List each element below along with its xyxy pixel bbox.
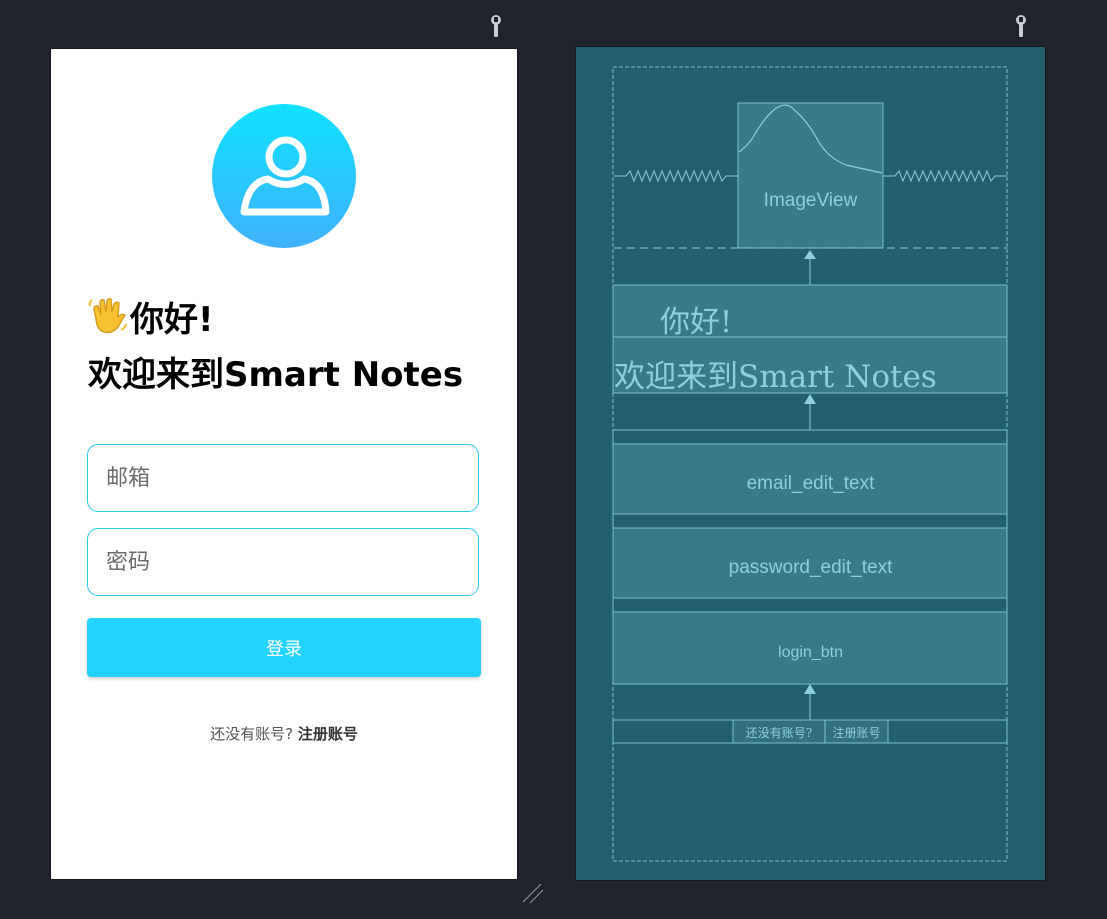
blueprint-guides <box>612 66 1008 862</box>
blueprint-signup-link: 注册账号 <box>832 726 881 740</box>
welcome-title: 欢迎来到Smart Notes <box>88 355 464 395</box>
blueprint-tools-icon[interactable] <box>1014 14 1028 38</box>
signup-row: 还没有账号? 注册账号 <box>51 723 517 744</box>
signup-link[interactable]: 注册账号 <box>298 725 358 743</box>
password-input[interactable] <box>88 529 478 595</box>
design-preview: 你好! 欢迎来到Smart Notes 登录 还没有账号? 注册账号 <box>51 49 517 879</box>
blueprint-imageview-label: ImageView <box>763 190 858 211</box>
blueprint-preview: ImageView 你好! 欢迎来到Smart Notes email_edit… <box>576 47 1045 880</box>
email-input[interactable] <box>88 445 478 511</box>
greeting-title: 你好! <box>88 292 214 344</box>
blueprint-email-label: email_edit_text <box>746 473 875 494</box>
password-field[interactable] <box>87 528 479 596</box>
resize-handle-icon[interactable] <box>522 882 544 904</box>
blueprint-greeting-line1: 你好! <box>660 305 733 340</box>
login-button[interactable]: 登录 <box>87 618 481 677</box>
avatar <box>212 104 356 248</box>
greeting-line1: 你好! <box>130 300 214 340</box>
email-field[interactable] <box>87 444 479 512</box>
person-icon <box>240 136 330 216</box>
design-tools-icon[interactable] <box>489 14 503 38</box>
blueprint-password-label: password_edit_text <box>728 557 893 578</box>
blueprint-login-label: login_btn <box>778 644 843 661</box>
signup-prompt: 还没有账号? <box>210 725 294 743</box>
waving-hand-icon <box>88 297 128 344</box>
blueprint-greeting-line2: 欢迎来到Smart Notes <box>614 359 937 395</box>
blueprint-signup-prompt: 还没有账号? <box>745 726 813 740</box>
